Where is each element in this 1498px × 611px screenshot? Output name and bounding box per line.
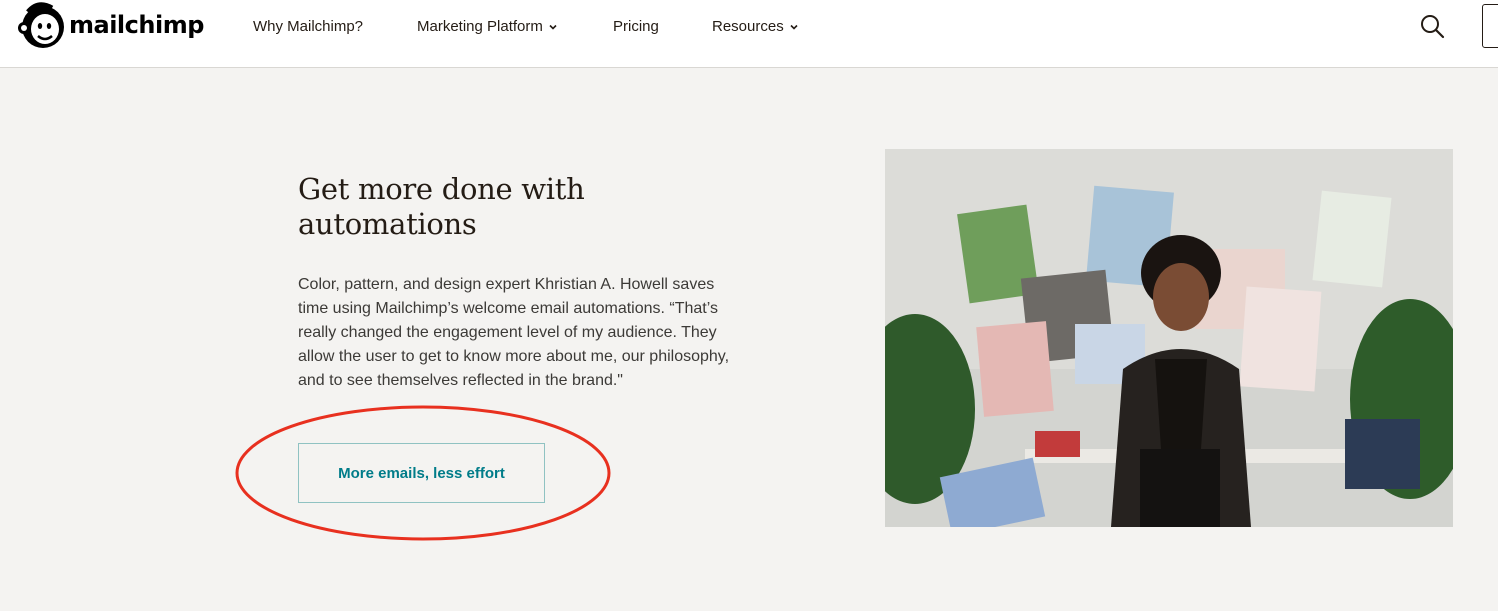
mailchimp-logo[interactable]: mailchimp [16, 0, 204, 50]
feature-testimonial-text: Color, pattern, and design expert Khrist… [298, 276, 730, 389]
nav-marketing-platform[interactable]: Marketing Platform [417, 17, 557, 37]
more-emails-less-effort-button[interactable]: More emails, less effort [298, 443, 545, 503]
nav-item-label: Why Mailchimp? [253, 18, 364, 35]
header-button-partial[interactable] [1482, 4, 1498, 48]
nav-item-label: Pricing [613, 18, 659, 35]
chevron-down-icon [790, 24, 798, 30]
designer-portrait-image [885, 149, 1453, 527]
top-navigation-bar: mailchimp Why Mailchimp? Marketing Platf… [0, 0, 1498, 68]
search-icon [1421, 15, 1445, 39]
feature-photo [885, 149, 1453, 527]
nav-why-mailchimp[interactable]: Why Mailchimp? [253, 17, 363, 37]
nav-pricing[interactable]: Pricing [613, 17, 659, 37]
nav-item-label: Marketing Platform [417, 18, 543, 35]
feature-headline: Get more done with automations [298, 172, 585, 241]
logo-wordmark: mailchimp [69, 11, 204, 39]
nav-item-label: Resources [712, 18, 784, 35]
search-button[interactable] [1418, 12, 1446, 40]
chevron-down-icon [549, 24, 557, 30]
freddie-chimp-icon [18, 2, 64, 48]
nav-resources[interactable]: Resources [712, 17, 798, 37]
